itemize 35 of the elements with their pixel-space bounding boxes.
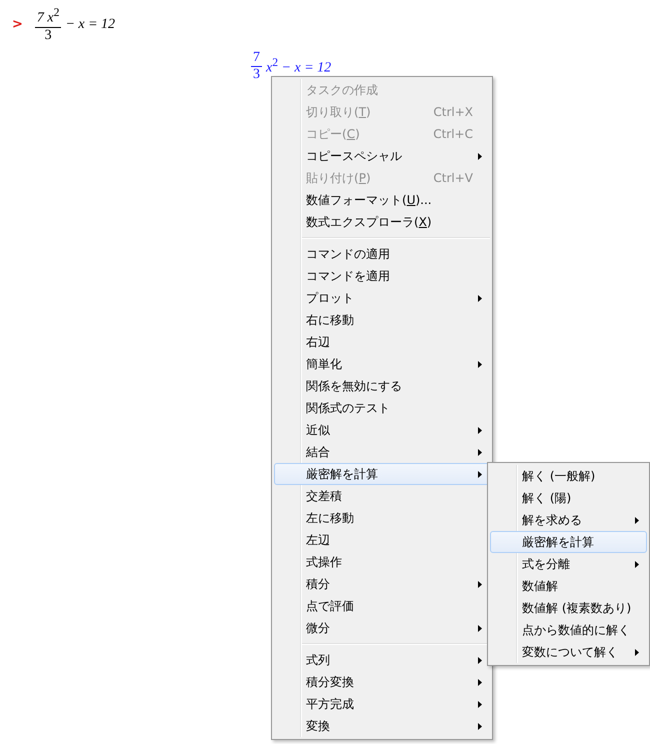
- menu-item[interactable]: コマンドを適用: [274, 265, 490, 287]
- menu-item[interactable]: 積分: [274, 573, 490, 595]
- menu-item[interactable]: 点から数値的に解く: [490, 619, 647, 641]
- menu-item[interactable]: 変数について解く: [490, 641, 647, 663]
- menu-item[interactable]: 解く (一般解): [490, 465, 647, 487]
- menu-item[interactable]: プロット: [274, 287, 490, 309]
- menu-item[interactable]: 近似: [274, 419, 490, 441]
- menu-item[interactable]: 式を分離: [490, 553, 647, 575]
- menu-item[interactable]: 左辺: [274, 529, 490, 551]
- menu-item[interactable]: 平方完成: [274, 693, 490, 715]
- menu-item[interactable]: コマンドの適用: [274, 243, 490, 265]
- menu-item[interactable]: 関係を無効にする: [274, 375, 490, 397]
- menu-item[interactable]: 厳密解を計算: [490, 531, 647, 553]
- menu-item[interactable]: 左に移動: [274, 507, 490, 529]
- menu-item[interactable]: 式列: [274, 649, 490, 671]
- menu-item[interactable]: 簡単化: [274, 353, 490, 375]
- menu-item[interactable]: コピースペシャル: [274, 145, 490, 167]
- menu-item[interactable]: 右辺: [274, 331, 490, 353]
- menu-item[interactable]: 変換: [274, 715, 490, 737]
- menu-item[interactable]: 解く (陽): [490, 487, 647, 509]
- menu-item[interactable]: 厳密解を計算: [274, 463, 490, 485]
- menu-item[interactable]: 右に移動: [274, 309, 490, 331]
- menu-item[interactable]: 数値解 (複素数あり): [490, 597, 647, 619]
- menu-item[interactable]: 数式エクスプローラ(X): [274, 211, 490, 233]
- menu-item[interactable]: 関係式のテスト: [274, 397, 490, 419]
- menu-item[interactable]: 微分: [274, 617, 490, 639]
- menu-item[interactable]: 積分変換: [274, 671, 490, 693]
- menu-item[interactable]: 数値フォーマット(U)...: [274, 189, 490, 211]
- prompt-marker: >: [12, 17, 23, 32]
- menu-item[interactable]: 数値解: [490, 575, 647, 597]
- menu-item[interactable]: 式操作: [274, 551, 490, 573]
- menu-item[interactable]: 点で評価: [274, 595, 490, 617]
- menu-item[interactable]: 解を求める: [490, 509, 647, 531]
- menu-item[interactable]: 交差積: [274, 485, 490, 507]
- menu-item[interactable]: 結合: [274, 441, 490, 463]
